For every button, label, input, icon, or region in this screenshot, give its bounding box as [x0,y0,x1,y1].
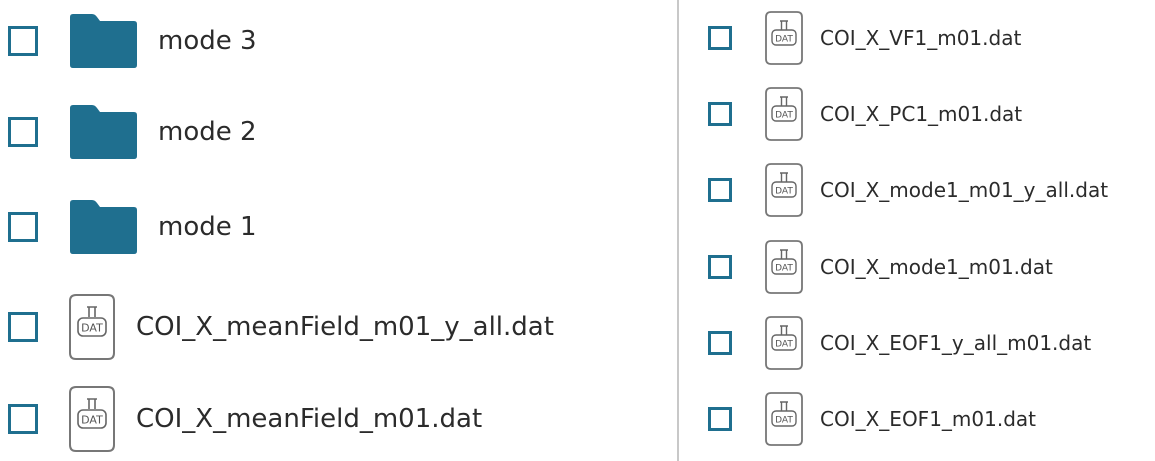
folder-icon [70,105,137,159]
item-name: COI_X_EOF1_y_all_m01.dat [820,331,1092,355]
dat-badge: DAT [81,414,103,427]
dat-file-icon: DAT [765,240,803,294]
select-checkbox[interactable] [708,407,732,431]
item-name: COI_X_meanField_m01_y_all.dat [136,312,554,342]
dat-file-icon: DAT [765,316,803,370]
dat-file-icon: DAT [69,294,115,360]
dat-file-icon: DAT [765,11,803,65]
select-checkbox[interactable] [708,102,732,126]
dat-badge: DAT [775,111,793,121]
select-checkbox[interactable] [708,26,732,50]
select-checkbox[interactable] [708,331,732,355]
select-checkbox[interactable] [8,212,38,242]
select-checkbox[interactable] [8,117,38,147]
item-name: COI_X_mode1_m01.dat [820,255,1053,279]
item-name: mode 3 [158,26,257,56]
dat-badge: DAT [81,322,103,335]
list-item-file[interactable]: DAT COI_X_meanField_m01.dat [0,383,482,455]
item-name: COI_X_meanField_m01.dat [136,404,483,434]
select-checkbox[interactable] [8,404,38,434]
item-name: COI_X_PC1_m01.dat [820,102,1023,126]
select-checkbox[interactable] [708,255,732,279]
dat-badge: DAT [775,35,793,45]
column-divider [677,0,679,461]
list-item-folder[interactable]: mode 1 [0,199,257,255]
dat-badge: DAT [775,340,793,350]
list-item-file[interactable]: DAT COI_X_mode1_m01_y_all.dat [680,162,1108,218]
item-name: mode 2 [158,117,257,147]
dat-badge: DAT [775,187,793,197]
list-item-file[interactable]: DAT COI_X_VF1_m01.dat [680,10,1021,66]
folder-icon [70,14,137,68]
dat-badge: DAT [775,264,793,274]
dat-file-icon: DAT [69,386,115,452]
item-name: mode 1 [158,212,257,242]
dat-file-icon: DAT [765,87,803,141]
select-checkbox[interactable] [8,312,38,342]
list-item-file[interactable]: DAT COI_X_PC1_m01.dat [680,86,1022,142]
list-item-folder[interactable]: mode 2 [0,104,257,160]
dat-file-icon: DAT [765,392,803,446]
dat-file-icon: DAT [765,163,803,217]
list-item-file[interactable]: DAT COI_X_meanField_m01_y_all.dat [0,291,554,363]
dat-badge: DAT [775,416,793,426]
item-name: COI_X_mode1_m01_y_all.dat [820,178,1109,202]
select-checkbox[interactable] [8,26,38,56]
folder-icon [70,200,137,254]
list-item-folder[interactable]: mode 3 [0,13,257,69]
list-item-file[interactable]: DAT COI_X_mode1_m01.dat [680,239,1053,295]
item-name: COI_X_EOF1_m01.dat [820,407,1036,431]
list-item-file[interactable]: DAT COI_X_EOF1_m01.dat [680,391,1036,447]
list-item-file[interactable]: DAT COI_X_EOF1_y_all_m01.dat [680,315,1091,371]
select-checkbox[interactable] [708,178,732,202]
item-name: COI_X_VF1_m01.dat [820,26,1022,50]
